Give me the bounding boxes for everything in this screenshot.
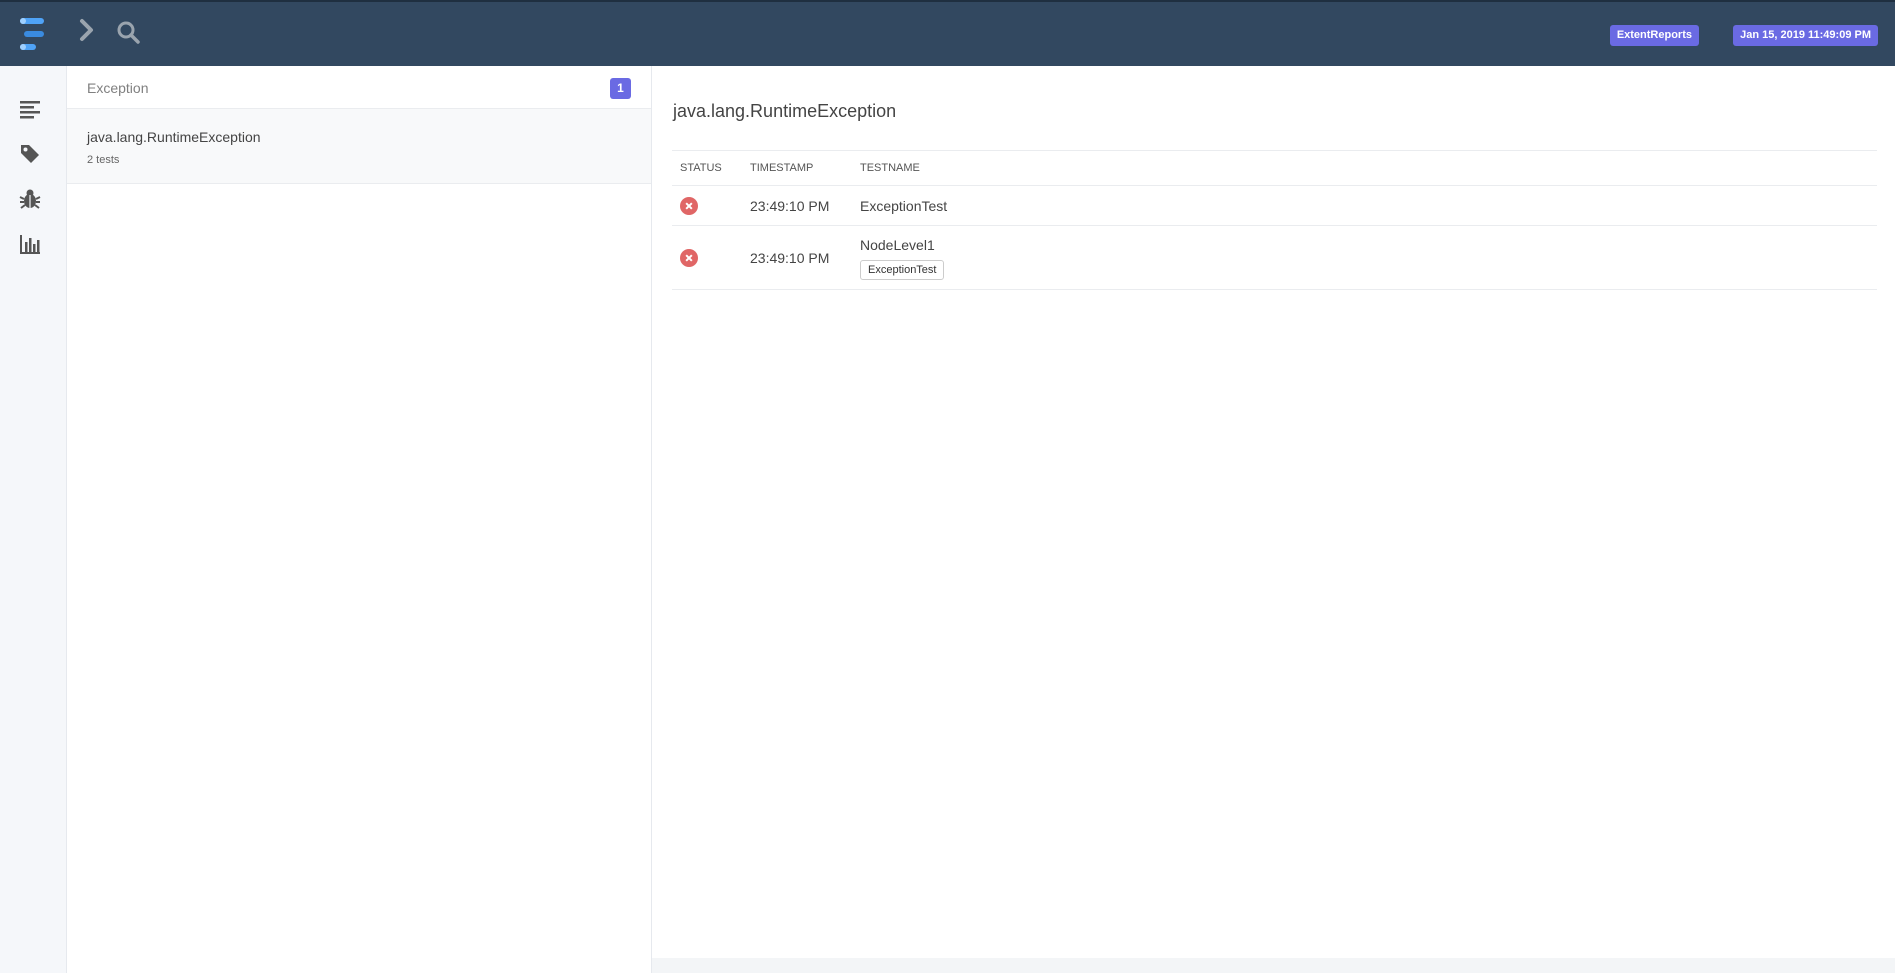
- testname-cell: NodeLevel1 ExceptionTest: [852, 225, 1877, 290]
- testname-text: NodeLevel1: [860, 236, 935, 253]
- table-header-row: STATUS TIMESTAMP TESTNAME: [672, 150, 1877, 186]
- detail-title: java.lang.RuntimeException: [673, 101, 897, 121]
- bottom-scroll-strip: [652, 958, 1895, 973]
- list-item-title: java.lang.RuntimeException: [87, 129, 261, 145]
- chevron-right-icon[interactable]: [76, 18, 98, 42]
- extent-logo-icon[interactable]: [18, 16, 48, 52]
- sidebar: [0, 66, 67, 973]
- testname-cell: ExceptionTest: [852, 185, 1877, 226]
- bug-icon[interactable]: [18, 187, 42, 211]
- column-header-timestamp: TIMESTAMP: [742, 150, 852, 186]
- table-row: 23:49:10 PM ExceptionTest: [672, 185, 1877, 226]
- detail-panel: java.lang.RuntimeException STATUS TIMEST…: [652, 66, 1895, 973]
- list-item[interactable]: java.lang.RuntimeException 2 tests: [67, 109, 651, 184]
- parent-test-chip[interactable]: ExceptionTest: [860, 259, 945, 280]
- fail-status-icon: [680, 248, 698, 267]
- app-name-badge: ExtentReports: [1609, 25, 1699, 46]
- list-icon[interactable]: [18, 97, 42, 121]
- list-header: Exception 1: [67, 66, 651, 109]
- count-badge: 1: [610, 78, 631, 99]
- bar-chart-icon[interactable]: [18, 232, 42, 256]
- status-cell: [672, 185, 742, 226]
- tests-table: STATUS TIMESTAMP TESTNAME 23:49:10 PM Ex…: [672, 150, 1877, 290]
- timestamp-cell: 23:49:10 PM: [742, 185, 852, 226]
- table-row: 23:49:10 PM NodeLevel1 ExceptionTest: [672, 225, 1877, 290]
- exception-list-panel: Exception 1 java.lang.RuntimeException 2…: [67, 66, 652, 973]
- list-item-subtitle: 2 tests: [87, 154, 120, 166]
- top-navbar: ExtentReports Jan 15, 2019 11:49:09 PM: [0, 0, 1895, 66]
- list-title: Exception: [87, 80, 149, 96]
- fail-status-icon: [680, 196, 698, 215]
- timestamp-cell: 23:49:10 PM: [742, 225, 852, 290]
- column-header-testname: TESTNAME: [852, 150, 1877, 186]
- search-icon[interactable]: [116, 20, 140, 44]
- status-cell: [672, 225, 742, 290]
- tag-icon[interactable]: [18, 142, 42, 166]
- report-date-badge: Jan 15, 2019 11:49:09 PM: [1733, 25, 1878, 46]
- column-header-status: STATUS: [672, 150, 742, 186]
